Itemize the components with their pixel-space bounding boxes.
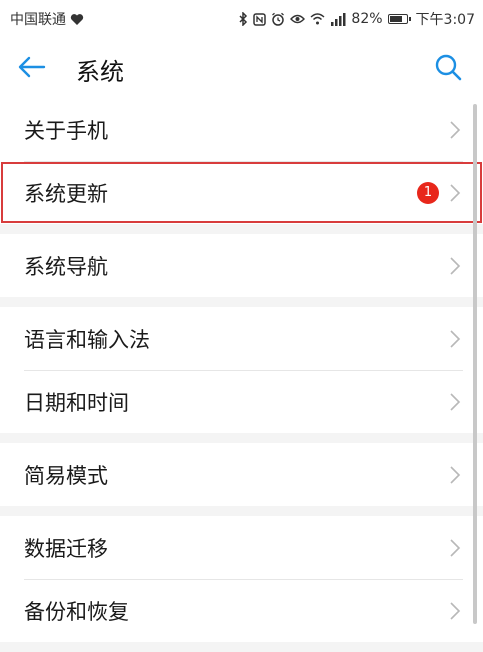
carrier-name: 中国联通 xyxy=(10,12,66,28)
settings-item-label: 简易模式 xyxy=(24,463,108,488)
settings-item-label: 关于手机 xyxy=(24,118,108,143)
battery-percent: 82% xyxy=(351,11,383,27)
search-button[interactable] xyxy=(431,50,465,84)
settings-section: 数据迁移 备份和恢复 xyxy=(0,516,483,642)
settings-section: 简易模式 xyxy=(0,443,483,506)
settings-item-simple-mode[interactable]: 简易模式 xyxy=(0,443,483,506)
settings-section: 关于手机 系统更新 1 xyxy=(0,98,483,224)
chevron-right-icon xyxy=(450,538,461,557)
status-bar: 中国联通 82% 下午3:07 xyxy=(0,0,483,36)
chevron-right-icon xyxy=(450,601,461,620)
settings-item-language-input[interactable]: 语言和输入法 xyxy=(0,307,483,370)
page-title: 系统 xyxy=(76,58,124,86)
signal-icon xyxy=(330,12,346,26)
settings-list: 关于手机 系统更新 1 系统导航 语言和输入法 日期和时间 简易模式 数据迁移 … xyxy=(0,98,483,652)
chevron-right-icon xyxy=(450,183,461,202)
nfc-icon xyxy=(253,12,267,26)
chevron-right-icon xyxy=(450,392,461,411)
chevron-right-icon xyxy=(450,329,461,348)
settings-item-label: 语言和输入法 xyxy=(24,327,150,352)
settings-section: 语言和输入法 日期和时间 xyxy=(0,307,483,433)
clock: 下午3:07 xyxy=(415,12,475,28)
alarm-icon xyxy=(271,12,285,26)
battery-icon xyxy=(387,14,411,24)
chevron-right-icon xyxy=(450,120,461,139)
settings-item-about-phone[interactable]: 关于手机 xyxy=(0,98,483,161)
status-left: 中国联通 xyxy=(10,9,84,29)
settings-item-label: 系统更新 xyxy=(24,181,108,206)
chevron-right-icon xyxy=(450,465,461,484)
settings-section: 系统导航 xyxy=(0,234,483,297)
settings-item-system-update[interactable]: 系统更新 1 xyxy=(0,161,483,224)
eye-icon xyxy=(290,13,306,25)
settings-item-label: 数据迁移 xyxy=(24,536,108,561)
settings-item-label: 日期和时间 xyxy=(24,390,129,415)
bluetooth-icon xyxy=(239,12,248,26)
wifi-icon xyxy=(310,13,325,25)
settings-item-label: 备份和恢复 xyxy=(24,599,129,624)
settings-item-data-migration[interactable]: 数据迁移 xyxy=(0,516,483,579)
settings-item-date-time[interactable]: 日期和时间 xyxy=(0,370,483,433)
back-button[interactable] xyxy=(18,50,58,84)
settings-item-backup-restore[interactable]: 备份和恢复 xyxy=(0,579,483,642)
battery-fill xyxy=(389,16,402,22)
chevron-right-icon xyxy=(450,256,461,275)
back-arrow-icon xyxy=(18,56,46,78)
app-bar: 系统 xyxy=(0,36,483,99)
status-right: 82% 下午3:07 xyxy=(239,9,475,29)
update-badge: 1 xyxy=(417,181,439,204)
search-icon xyxy=(435,54,462,81)
settings-item-system-navigation[interactable]: 系统导航 xyxy=(0,234,483,297)
heart-icon xyxy=(70,13,84,26)
settings-item-label: 系统导航 xyxy=(24,254,108,279)
scrollbar[interactable] xyxy=(473,104,477,624)
